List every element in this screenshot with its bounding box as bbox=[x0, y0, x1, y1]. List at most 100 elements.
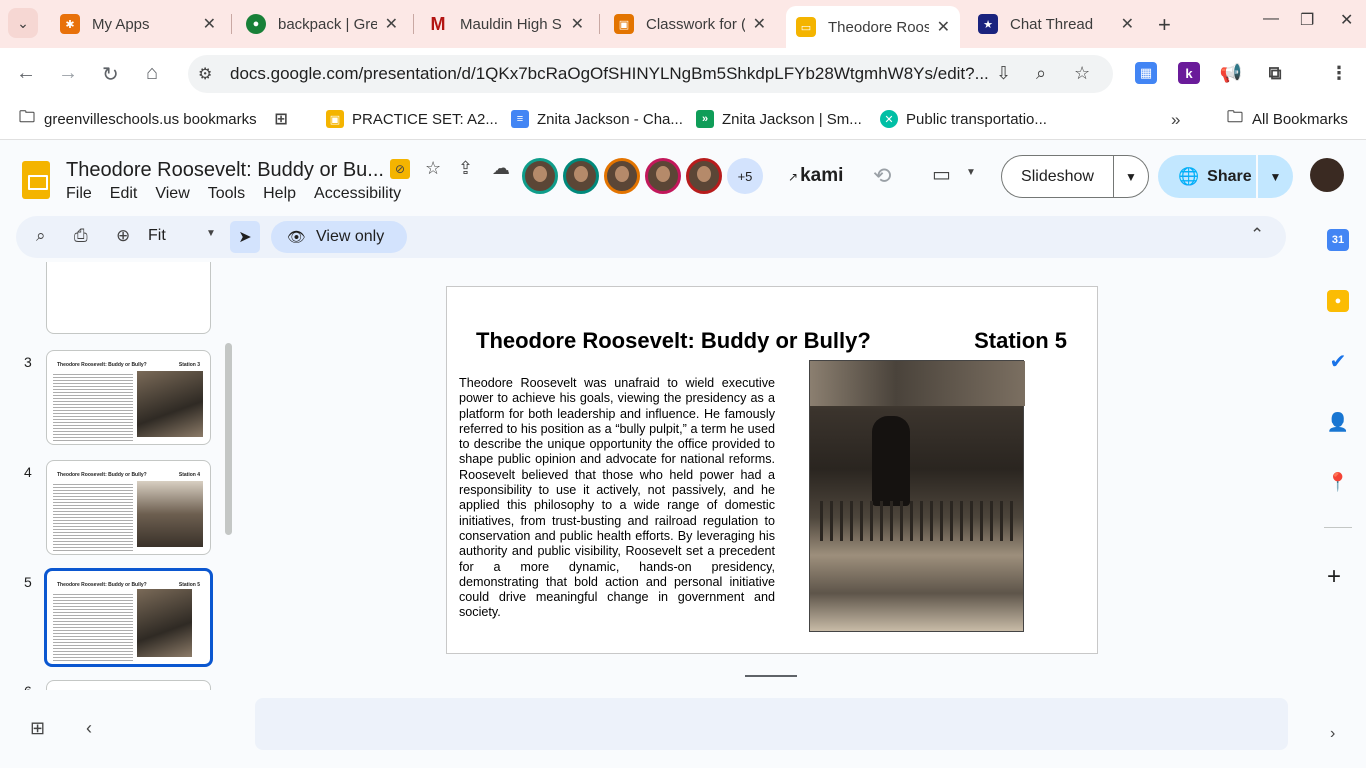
share-dropdown-button[interactable]: ▼ bbox=[1258, 155, 1293, 198]
site-info-icon[interactable]: ⚙ bbox=[198, 64, 212, 84]
collaborator-avatar[interactable] bbox=[522, 158, 558, 194]
close-tab-icon[interactable]: ✕ bbox=[385, 14, 398, 34]
slide-thumbnail-5-selected[interactable]: Theodore Roosevelt: Buddy or Bully? Stat… bbox=[44, 568, 213, 667]
thumbnail-image bbox=[47, 293, 210, 333]
browser-tab-backpack[interactable]: ● backpack | Gree ✕ bbox=[236, 6, 408, 42]
close-tab-icon[interactable]: ✕ bbox=[753, 14, 766, 34]
slideshow-dropdown-button[interactable]: ▼ bbox=[1113, 155, 1149, 198]
zoom-select[interactable]: Fit bbox=[148, 227, 166, 245]
reload-icon[interactable]: ↻ bbox=[102, 62, 119, 87]
tab-search-button[interactable]: ⌄ bbox=[8, 8, 38, 38]
all-bookmarks-button[interactable]: 🗀 All Bookmarks bbox=[1226, 109, 1348, 128]
collaborator-avatar[interactable] bbox=[645, 158, 681, 194]
browser-tab-classwork[interactable]: ▣ Classwork for ( ✕ bbox=[604, 6, 776, 42]
url-text[interactable]: docs.google.com/presentation/d/1QKx7bcRa… bbox=[230, 64, 989, 84]
megaphone-extension-icon[interactable]: 📢 bbox=[1220, 62, 1242, 84]
print-icon[interactable]: ⎙ bbox=[74, 226, 88, 246]
menu-file[interactable]: File bbox=[66, 185, 92, 203]
home-icon[interactable]: ⌂ bbox=[146, 62, 158, 85]
browser-tab-theodore-active[interactable]: ▭ Theodore Roos ✕ bbox=[786, 6, 960, 48]
offline-unavailable-icon[interactable]: ⊘ bbox=[390, 159, 410, 179]
search-menus-icon[interactable]: ⌕ bbox=[36, 226, 46, 246]
move-to-drive-icon[interactable]: ⇪ bbox=[458, 158, 473, 179]
classroom-favicon-icon: ▣ bbox=[614, 14, 634, 34]
slide-thumbnail-6-partial[interactable] bbox=[46, 680, 211, 690]
mauldin-m-favicon-icon: M bbox=[430, 13, 446, 34]
close-tab-icon[interactable]: ✕ bbox=[571, 14, 584, 34]
new-tab-plus-icon[interactable]: + bbox=[1158, 12, 1171, 38]
document-title[interactable]: Theodore Roosevelt: Buddy or Bu... bbox=[66, 159, 384, 182]
bookmark-practice-set[interactable]: ▣ PRACTICE SET: A2... bbox=[326, 110, 498, 128]
zoom-icon[interactable]: ⌕ bbox=[1036, 63, 1046, 84]
zoom-dropdown-chevron-icon[interactable]: ▼ bbox=[206, 228, 216, 239]
kami-button[interactable]: ↗ kami bbox=[788, 165, 843, 187]
get-add-ons-plus-icon[interactable]: + bbox=[1327, 563, 1341, 591]
menu-accessibility[interactable]: Accessibility bbox=[314, 185, 401, 203]
slide-number: 6 bbox=[24, 683, 32, 690]
collaborator-avatar[interactable] bbox=[563, 158, 599, 194]
forward-arrow-icon[interactable]: → bbox=[58, 62, 78, 85]
bookmark-folder-greenville[interactable]: 🗀 greenvilleschools.us bookmarks bbox=[18, 109, 257, 128]
bookmark-znita-sm[interactable]: » Znita Jackson | Sm... bbox=[696, 110, 862, 128]
keep-icon[interactable]: ● bbox=[1327, 290, 1349, 312]
view-only-mode-button[interactable]: 👁 View only bbox=[271, 221, 407, 253]
back-arrow-icon[interactable]: ← bbox=[16, 62, 36, 85]
extensions-puzzle-icon[interactable]: ⧉ bbox=[1264, 62, 1286, 84]
share-button[interactable]: 🌐 Share bbox=[1158, 155, 1256, 198]
google-slides-logo-icon[interactable] bbox=[22, 161, 50, 199]
speaker-notes-resize-handle[interactable] bbox=[745, 675, 797, 677]
slide-thumbnail-4[interactable]: Theodore Roosevelt: Buddy or Bully? Stat… bbox=[46, 460, 211, 555]
bookmark-znita-cha[interactable]: ≡ Znita Jackson - Cha... bbox=[511, 110, 683, 128]
close-window-icon[interactable]: ✕ bbox=[1340, 10, 1353, 30]
bookmark-star-icon[interactable]: ☆ bbox=[1074, 63, 1090, 84]
star-icon[interactable]: ☆ bbox=[425, 158, 441, 179]
slide-thumbnail-2-partial[interactable] bbox=[46, 262, 211, 334]
apps-grid-button[interactable]: ⊞ bbox=[272, 110, 298, 128]
meet-camera-icon[interactable]: ▭ bbox=[932, 162, 951, 187]
user-account-avatar[interactable] bbox=[1310, 158, 1344, 192]
close-tab-icon[interactable]: ✕ bbox=[937, 17, 950, 37]
calendar-icon[interactable]: 31 bbox=[1327, 229, 1349, 251]
menu-edit[interactable]: Edit bbox=[110, 185, 138, 203]
thumbnail-text-lines bbox=[47, 262, 210, 293]
tasks-icon[interactable]: ✔ bbox=[1327, 350, 1349, 373]
version-history-icon[interactable]: ⟲ bbox=[873, 163, 891, 189]
collaborator-avatar[interactable] bbox=[604, 158, 640, 194]
kami-label: kami bbox=[800, 165, 844, 186]
browser-tab-my-apps[interactable]: ✱ My Apps ✕ bbox=[50, 6, 226, 42]
collapse-filmstrip-chevron-left-icon[interactable]: ‹ bbox=[86, 718, 92, 739]
collapse-menus-chevron-up-icon[interactable]: ⌃ bbox=[1250, 225, 1264, 245]
browser-menu-icon[interactable]: ⋮ bbox=[1328, 62, 1350, 84]
more-bookmarks-chevron-icon[interactable]: » bbox=[1171, 110, 1180, 130]
more-collaborators-badge[interactable]: +5 bbox=[727, 158, 763, 194]
zoom-icon[interactable]: ⊕ bbox=[116, 226, 130, 246]
slideshow-button[interactable]: Slideshow bbox=[1001, 155, 1113, 198]
bookmark-public-transportation[interactable]: ✕ Public transportatio... bbox=[880, 110, 1047, 128]
grid-view-icon[interactable]: ⊞ bbox=[30, 718, 45, 739]
contacts-icon[interactable]: 👤 bbox=[1327, 411, 1349, 433]
close-tab-icon[interactable]: ✕ bbox=[203, 14, 216, 34]
star-favicon-icon: ★ bbox=[978, 14, 998, 34]
speaker-notes-area[interactable] bbox=[255, 698, 1288, 750]
menu-help[interactable]: Help bbox=[263, 185, 296, 203]
chevron-down-icon[interactable]: ▼ bbox=[966, 167, 976, 178]
menu-view[interactable]: View bbox=[155, 185, 189, 203]
address-bar[interactable]: ⚙ docs.google.com/presentation/d/1QKx7bc… bbox=[188, 55, 1113, 93]
extension-puzzle-blue-icon[interactable]: ▦ bbox=[1135, 62, 1157, 84]
slide-thumbnail-3[interactable]: Theodore Roosevelt: Buddy or Bully? Stat… bbox=[46, 350, 211, 445]
restore-icon[interactable]: ❐ bbox=[1300, 10, 1314, 30]
close-tab-icon[interactable]: ✕ bbox=[1121, 14, 1134, 34]
minimize-icon[interactable]: — bbox=[1263, 10, 1279, 28]
browser-tab-mauldin[interactable]: M Mauldin High S ✕ bbox=[418, 6, 594, 42]
hide-side-panel-chevron-icon[interactable]: › bbox=[1330, 725, 1335, 743]
my-apps-favicon-icon: ✱ bbox=[60, 14, 80, 34]
menu-tools[interactable]: Tools bbox=[208, 185, 245, 203]
maps-pin-icon[interactable]: 📍 bbox=[1327, 471, 1349, 493]
select-pointer-button[interactable]: ➤ bbox=[230, 221, 260, 253]
browser-tab-chat-thread[interactable]: ★ Chat Thread ✕ bbox=[968, 6, 1144, 42]
cloud-status-icon[interactable]: ☁ bbox=[492, 158, 510, 179]
collaborator-avatar[interactable] bbox=[686, 158, 722, 194]
filmstrip-scrollbar[interactable] bbox=[225, 343, 232, 535]
kami-extension-icon[interactable]: k bbox=[1178, 62, 1200, 84]
install-app-icon[interactable]: ⇩ bbox=[996, 63, 1011, 84]
